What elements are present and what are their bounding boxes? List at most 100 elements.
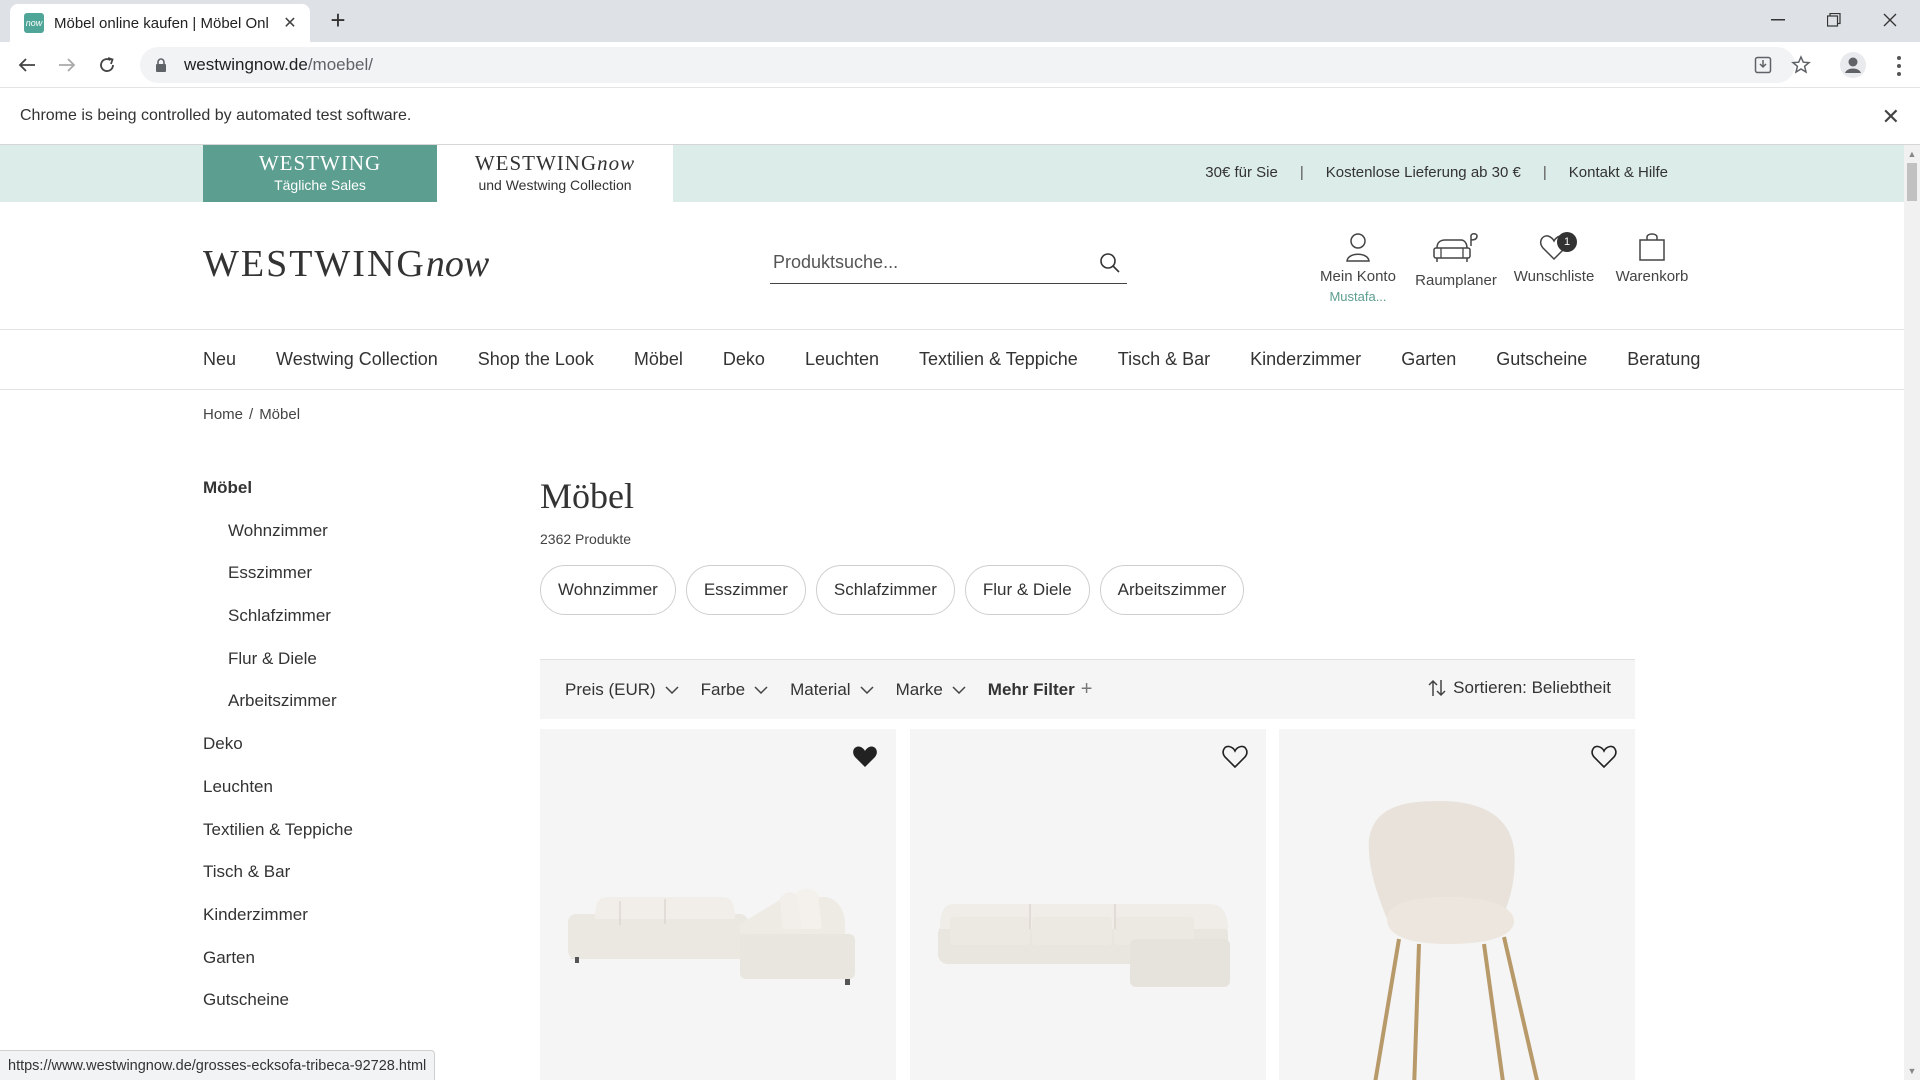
wishlist-heart-filled-icon[interactable] — [852, 745, 878, 769]
voucher-link[interactable]: 30€ für Sie — [1205, 164, 1278, 181]
back-button[interactable] — [12, 50, 42, 80]
free-delivery-link[interactable]: Kostenlose Lieferung ab 30 € — [1326, 164, 1521, 181]
reload-icon — [100, 57, 114, 72]
sidebar-item-garten[interactable]: Garten — [203, 947, 503, 990]
reload-button[interactable] — [92, 50, 122, 80]
sidebar-item-arbeitszimmer[interactable]: Arbeitszimmer — [203, 690, 503, 733]
forward-button[interactable] — [52, 50, 82, 80]
bookmark-star-icon[interactable] — [1788, 52, 1814, 78]
divider: | — [1299, 164, 1304, 181]
westwing-sales-brand: WESTWING — [258, 151, 382, 175]
filter-brand[interactable]: Marke — [896, 680, 966, 700]
sidebar-item-flur-diele[interactable]: Flur & Diele — [203, 648, 503, 691]
browser-menu-button[interactable] — [1896, 56, 1902, 76]
shopping-bag-icon — [1639, 233, 1665, 261]
sidebar-item-gutscheine[interactable]: Gutscheine — [203, 989, 503, 1032]
nav-item-garten[interactable]: Garten — [1401, 349, 1456, 370]
nav-item-neu[interactable]: Neu — [203, 349, 236, 370]
breadcrumb-separator: / — [249, 406, 254, 423]
account-label: Mein Konto — [1320, 268, 1396, 285]
scroll-down-arrow-icon[interactable]: ▼ — [1907, 1066, 1917, 1076]
westwingnow-tab[interactable]: WESTWINGnow und Westwing Collection — [437, 145, 673, 202]
nav-item-beratung[interactable]: Beratung — [1627, 349, 1700, 370]
install-icon[interactable] — [1750, 52, 1776, 78]
product-card[interactable] — [540, 729, 896, 1080]
search-icon[interactable] — [1099, 252, 1121, 274]
minimize-button[interactable] — [1750, 0, 1805, 40]
sidebar-item-tisch-bar[interactable]: Tisch & Bar — [203, 861, 503, 904]
breadcrumb-home[interactable]: Home — [203, 406, 243, 423]
sidebar-item-moebel[interactable]: Möbel — [203, 477, 503, 520]
wishlist-count-badge: 1 — [1557, 232, 1577, 252]
product-card[interactable] — [910, 729, 1266, 1080]
sort-dropdown[interactable]: Sortieren: Beliebtheit — [1427, 678, 1611, 698]
profile-avatar-icon[interactable] — [1838, 50, 1868, 80]
nav-item-tisch-bar[interactable]: Tisch & Bar — [1118, 349, 1210, 370]
user-icon — [1346, 233, 1370, 262]
nav-item-shop-the-look[interactable]: Shop the Look — [478, 349, 594, 370]
filter-material[interactable]: Material — [790, 680, 874, 700]
scrollbar-thumb[interactable] — [1907, 163, 1917, 201]
wishlist-heart-outline-icon[interactable] — [1591, 745, 1617, 769]
westwingnow-subtitle: und Westwing Collection — [478, 177, 632, 193]
nav-item-moebel[interactable]: Möbel — [634, 349, 683, 370]
close-window-button[interactable] — [1862, 0, 1917, 40]
corner-sofa-image — [568, 888, 855, 985]
pill-esszimmer[interactable]: Esszimmer — [685, 565, 806, 615]
wishlist-label: Wunschliste — [1513, 268, 1595, 285]
roomplanner-label: Raumplaner — [1415, 272, 1497, 289]
browser-tabstrip: now Möbel online kaufen | Möbel Onl ✕ + — [0, 0, 1920, 42]
url-text: westwingnow.de/moebel/ — [184, 55, 374, 74]
filter-price[interactable]: Preis (EUR) — [565, 680, 679, 700]
cart-button[interactable]: Warenkorb — [1602, 232, 1702, 285]
sidebar-item-wohnzimmer[interactable]: Wohnzimmer — [203, 520, 503, 563]
sort-label: Sortieren: Beliebtheit — [1453, 678, 1611, 697]
sidebar-item-leuchten[interactable]: Leuchten — [203, 776, 503, 819]
pill-wohnzimmer[interactable]: Wohnzimmer — [540, 565, 676, 615]
sidebar-item-esszimmer[interactable]: Esszimmer — [203, 562, 503, 605]
nav-item-westwing-collection[interactable]: Westwing Collection — [276, 349, 438, 370]
favicon-icon: now — [24, 13, 44, 33]
page-scrollbar[interactable]: ▲ ▼ — [1904, 145, 1920, 1080]
wishlist-heart-outline-icon[interactable] — [1222, 745, 1248, 769]
restore-button[interactable] — [1806, 0, 1861, 40]
automation-infobar: Chrome is being controlled by automated … — [0, 88, 1920, 145]
address-bar[interactable]: westwingnow.de/moebel/ — [140, 47, 1795, 83]
more-filters-button[interactable]: Mehr Filter + — [988, 678, 1093, 701]
tab-title: Möbel online kaufen | Möbel Onl — [54, 14, 269, 32]
chevron-down-icon — [952, 685, 966, 694]
filter-color[interactable]: Farbe — [701, 680, 768, 700]
westwing-sales-tab[interactable]: WESTWING Tägliche Sales — [203, 145, 437, 202]
sidebar-item-textilien[interactable]: Textilien & Teppiche — [203, 819, 503, 862]
pill-schlafzimmer[interactable]: Schlafzimmer — [815, 565, 955, 615]
contact-help-link[interactable]: Kontakt & Hilfe — [1569, 164, 1668, 181]
new-tab-button[interactable]: + — [323, 6, 353, 36]
wishlist-button[interactable]: 1 Wunschliste — [1504, 232, 1604, 285]
divider: | — [1542, 164, 1547, 181]
category-sidebar: Möbel Wohnzimmer Esszimmer Schlafzimmer … — [203, 477, 503, 1032]
roomplanner-button[interactable]: Raumplaner — [1406, 232, 1506, 289]
link-status-bar: https://www.westwingnow.de/grosses-eckso… — [0, 1050, 436, 1080]
product-card[interactable] — [1279, 729, 1635, 1080]
cart-label: Warenkorb — [1615, 268, 1689, 285]
close-tab-icon[interactable]: ✕ — [280, 13, 300, 33]
breadcrumb: Home / Möbel — [203, 406, 300, 423]
site-logo[interactable]: WESTWINGnow — [203, 242, 489, 286]
nav-item-textilien[interactable]: Textilien & Teppiche — [919, 349, 1078, 370]
sidebar-item-kinderzimmer[interactable]: Kinderzimmer — [203, 904, 503, 947]
infobar-close-icon[interactable]: ✕ — [1882, 104, 1900, 130]
sidebar-item-deko[interactable]: Deko — [203, 733, 503, 776]
chevron-down-icon — [860, 685, 874, 694]
account-button[interactable]: Mein Konto Mustafa... — [1308, 232, 1408, 304]
chevron-down-icon — [665, 685, 679, 694]
browser-tab[interactable]: now Möbel online kaufen | Möbel Onl ✕ — [10, 4, 310, 42]
nav-item-gutscheine[interactable]: Gutscheine — [1496, 349, 1587, 370]
search-input[interactable] — [770, 244, 1090, 280]
nav-item-deko[interactable]: Deko — [723, 349, 765, 370]
nav-item-kinderzimmer[interactable]: Kinderzimmer — [1250, 349, 1361, 370]
scroll-up-arrow-icon[interactable]: ▲ — [1907, 149, 1917, 159]
pill-flur-diele[interactable]: Flur & Diele — [964, 565, 1090, 615]
pill-arbeitszimmer[interactable]: Arbeitszimmer — [1099, 565, 1245, 615]
nav-item-leuchten[interactable]: Leuchten — [805, 349, 879, 370]
sidebar-item-schlafzimmer[interactable]: Schlafzimmer — [203, 605, 503, 648]
